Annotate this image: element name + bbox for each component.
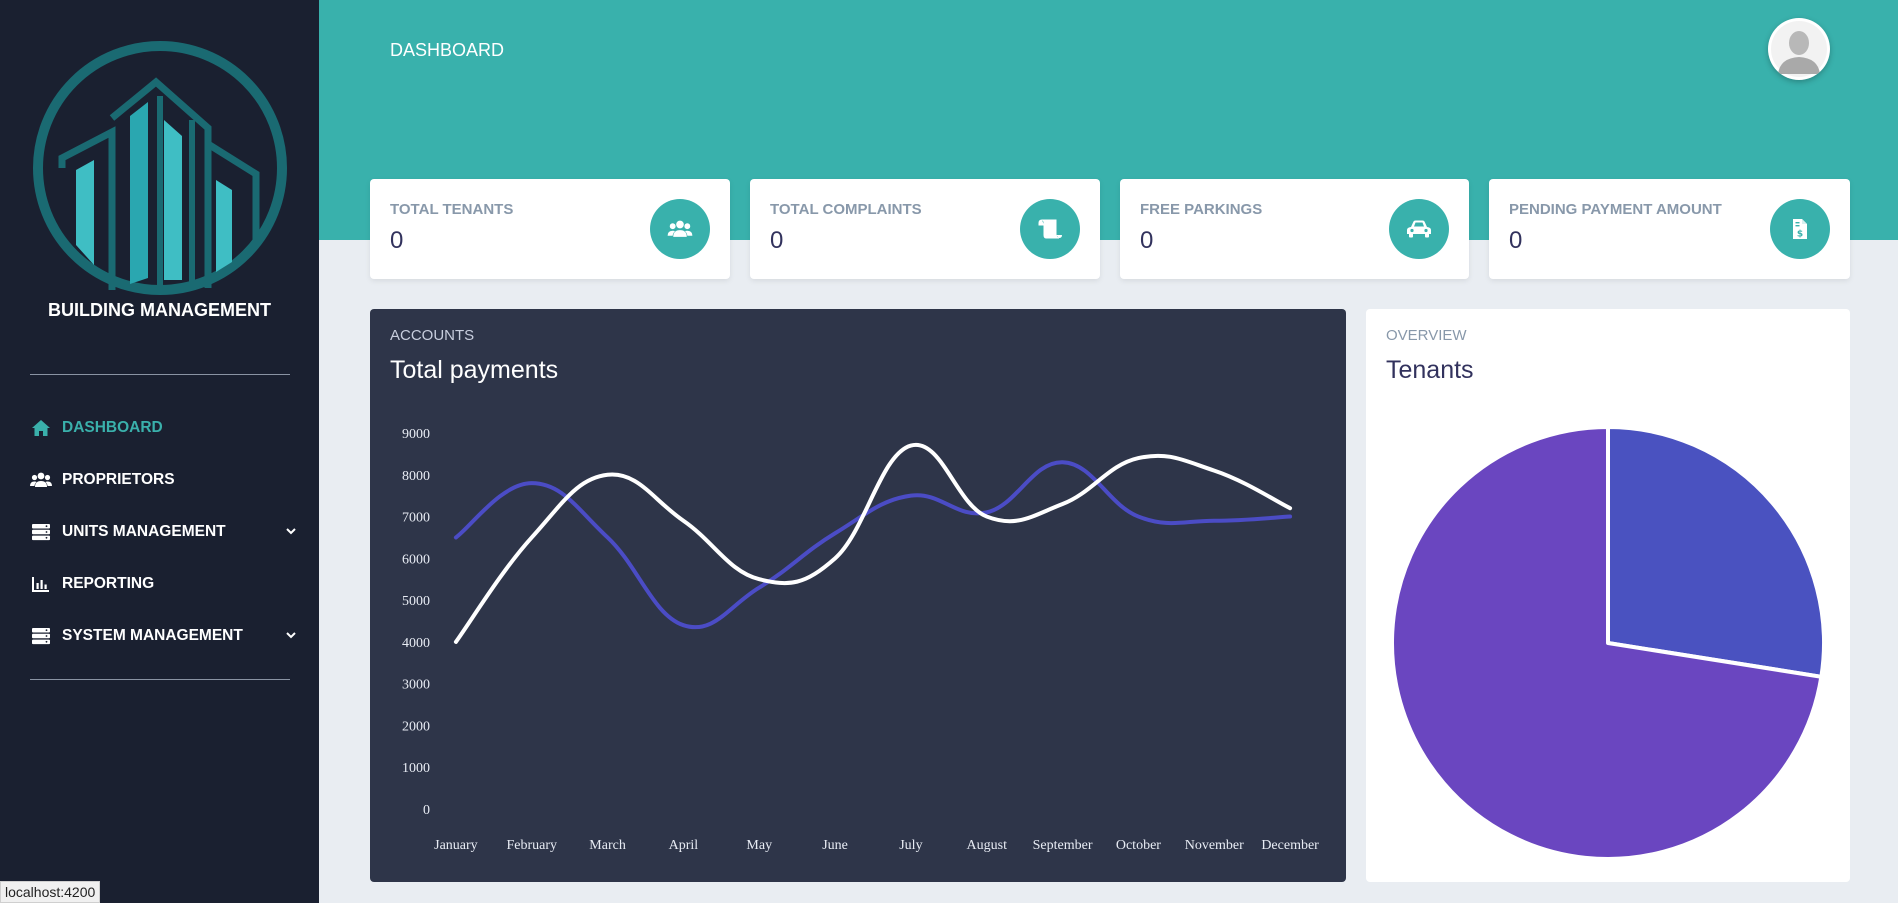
y-tick-label: 4000: [402, 636, 430, 651]
stat-card-pending-payment-amount: PENDING PAYMENT AMOUNT 0 $: [1489, 179, 1850, 279]
y-tick-label: 1000: [402, 761, 430, 776]
sidebar-item-dashboard[interactable]: DASHBOARD: [30, 402, 298, 454]
stat-value: 0: [1509, 227, 1523, 254]
x-tick-label: August: [967, 838, 1008, 853]
invoice-dollar-icon: $: [1770, 199, 1830, 259]
server-icon: [30, 523, 52, 541]
sidebar-item-label: PROPRIETORS: [62, 471, 175, 488]
svg-text:$: $: [1797, 230, 1803, 240]
chevron-down-icon[interactable]: [284, 628, 298, 642]
sidebar-divider-bottom: [30, 679, 290, 680]
x-tick-label: February: [506, 838, 557, 853]
y-tick-label: 7000: [402, 511, 430, 526]
series-line-1: [453, 442, 1293, 644]
stat-value: 0: [770, 227, 784, 254]
user-avatar-icon[interactable]: [1768, 18, 1830, 80]
brand-name: BUILDING MANAGEMENT: [48, 300, 271, 320]
stat-label: FREE PARKINGS: [1140, 201, 1263, 218]
chart-bar-icon: [30, 575, 52, 593]
stat-label: TOTAL COMPLAINTS: [770, 201, 922, 218]
y-tick-label: 9000: [402, 427, 430, 442]
x-tick-label: April: [669, 838, 699, 853]
chevron-down-icon[interactable]: [284, 524, 298, 538]
x-tick-label: July: [899, 838, 922, 853]
users-icon: [650, 199, 710, 259]
x-tick-label: November: [1185, 838, 1244, 853]
sidebar-item-units-management[interactable]: UNITS MANAGEMENT: [30, 506, 298, 558]
status-bar-url: localhost:4200: [0, 881, 101, 903]
building-logo[interactable]: [32, 40, 288, 296]
stat-value: 0: [390, 227, 404, 254]
car-icon: [1389, 199, 1449, 259]
x-tick-label: October: [1116, 838, 1161, 853]
scroll-icon: [1020, 199, 1080, 259]
sidebar-item-label: UNITS MANAGEMENT: [62, 523, 226, 540]
sidebar-item-label: DASHBOARD: [62, 419, 163, 436]
x-tick-label: March: [589, 838, 626, 853]
stat-card-total-complaints: TOTAL COMPLAINTS 0: [750, 179, 1100, 279]
sidebar-nav: DASHBOARD PROPRIETORS UNITS MANAGEMENT R…: [30, 402, 298, 662]
stat-card-free-parkings: FREE PARKINGS 0: [1120, 179, 1469, 279]
stat-value: 0: [1140, 227, 1154, 254]
sidebar-item-reporting[interactable]: REPORTING: [30, 558, 298, 610]
home-icon: [30, 419, 52, 437]
accounts-chart-card: ACCOUNTS Total payments 0 1000 2000 3000 400…: [370, 309, 1346, 882]
stat-label: PENDING PAYMENT AMOUNT: [1509, 201, 1722, 218]
x-tick-label: September: [1033, 838, 1093, 853]
sidebar: BUILDING MANAGEMENT DASHBOARD PROPRIETOR…: [0, 0, 319, 903]
sidebar-item-label: SYSTEM MANAGEMENT: [62, 627, 243, 644]
y-tick-label: 8000: [402, 469, 430, 484]
line-chart: 0 1000 2000 3000 4000 5000 6000 7000 8000 9000 Jan…: [402, 427, 1319, 853]
server-icon: [30, 627, 52, 645]
building-logo-graphic: [33, 41, 287, 295]
y-tick-label: 2000: [402, 719, 430, 734]
overview-chart-card: OVERVIEW Tenants: [1366, 309, 1850, 882]
sidebar-item-system-management[interactable]: SYSTEM MANAGEMENT: [30, 610, 298, 662]
y-tick-label: 3000: [402, 678, 430, 693]
pie-chart: [1390, 425, 1826, 861]
x-tick-label: January: [434, 838, 478, 853]
sidebar-divider-top: [30, 374, 290, 375]
x-tick-label: December: [1261, 838, 1319, 853]
y-tick-label: 0: [423, 803, 430, 818]
y-tick-label: 5000: [402, 594, 430, 609]
sidebar-item-proprietors[interactable]: PROPRIETORS: [30, 454, 298, 506]
x-tick-label: May: [746, 838, 772, 853]
x-tick-label: June: [822, 838, 848, 853]
stat-label: TOTAL TENANTS: [390, 201, 514, 218]
stat-card-total-tenants: TOTAL TENANTS 0: [370, 179, 730, 279]
y-tick-label: 6000: [402, 552, 430, 567]
pie-slice-1[interactable]: [1606, 425, 1826, 679]
sidebar-item-label: REPORTING: [62, 575, 155, 592]
page-title: DASHBOARD: [390, 40, 505, 60]
users-icon: [30, 471, 52, 489]
